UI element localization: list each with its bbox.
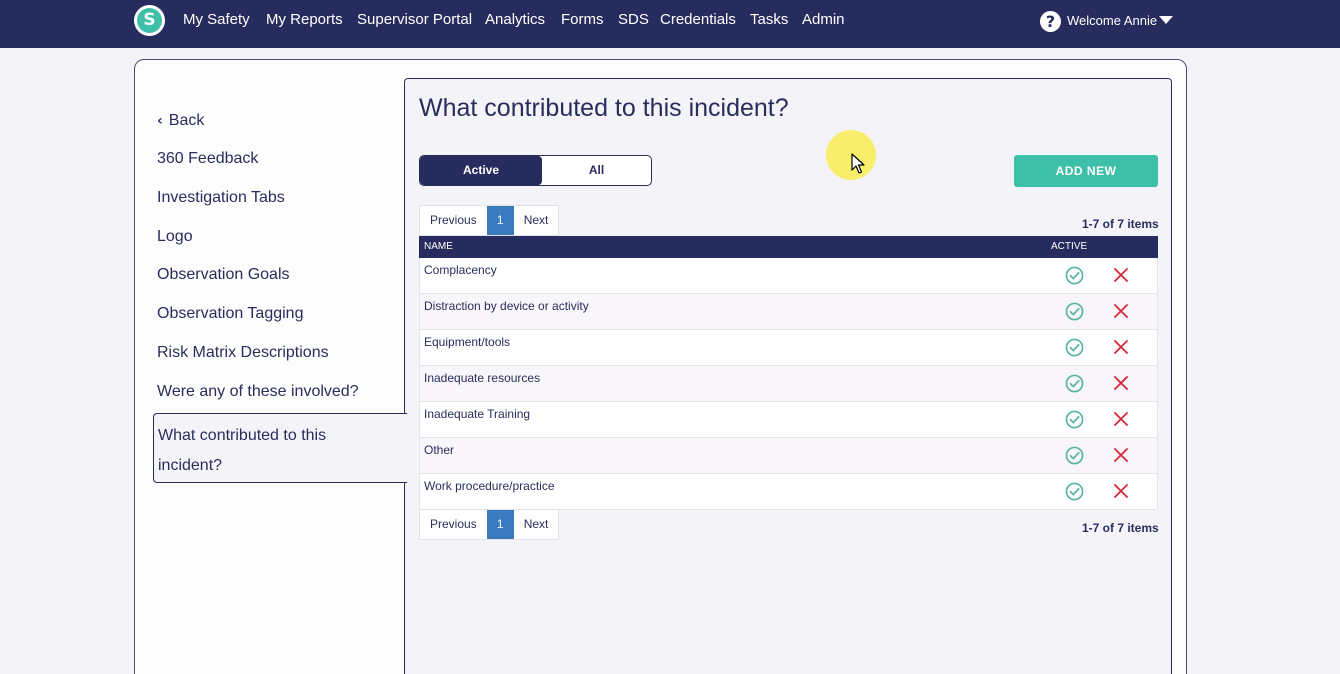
- pager-bottom: Previous 1 Next: [419, 509, 560, 540]
- welcome-user[interactable]: Welcome Annie: [1067, 13, 1157, 28]
- row-name: Other: [424, 443, 455, 457]
- close-icon[interactable]: [1113, 447, 1129, 463]
- table-row: Complacency: [419, 258, 1158, 294]
- back-label: Back: [168, 112, 205, 129]
- logo-letter: S: [137, 8, 162, 33]
- close-icon[interactable]: [1113, 483, 1129, 499]
- top-navbar: S My Safety My Reports Supervisor Portal…: [0, 0, 1340, 48]
- items-table: NAME ACTIVE Complacency Distraction by de…: [419, 236, 1158, 510]
- check-circle-icon[interactable]: [1065, 410, 1084, 429]
- table-row: Work procedure/practice: [419, 474, 1158, 510]
- sidebar-item-were-involved[interactable]: Were any of these involved?: [157, 383, 359, 401]
- add-new-button[interactable]: ADD NEW: [1014, 155, 1158, 187]
- table-row: Inadequate Training: [419, 402, 1158, 438]
- sidebar-item-observation-goals[interactable]: Observation Goals: [157, 266, 290, 284]
- pager-page[interactable]: 1: [486, 510, 514, 539]
- nav-forms[interactable]: Forms: [561, 11, 604, 28]
- row-name: Inadequate Training: [424, 407, 531, 421]
- close-icon[interactable]: [1113, 303, 1129, 319]
- table-row: Equipment/tools: [419, 330, 1158, 366]
- row-name: Complacency: [424, 263, 497, 277]
- chevron-left-icon: ‹: [157, 113, 163, 129]
- nav-admin[interactable]: Admin: [802, 11, 845, 28]
- pager-previous[interactable]: Previous: [420, 206, 487, 235]
- sidebar-item-label: What contributed to this incident?: [158, 427, 327, 474]
- table-row: Distraction by device or activity: [419, 294, 1158, 330]
- column-header-active[interactable]: ACTIVE: [1051, 241, 1087, 252]
- sidebar-item-360-feedback[interactable]: 360 Feedback: [157, 150, 258, 168]
- sidebar-item-risk-matrix[interactable]: Risk Matrix Descriptions: [157, 344, 329, 362]
- caret-down-icon[interactable]: [1159, 16, 1173, 24]
- check-circle-icon[interactable]: [1065, 266, 1084, 285]
- nav-sds[interactable]: SDS: [618, 11, 649, 28]
- row-name: Work procedure/practice: [424, 479, 555, 493]
- toggle-active-button[interactable]: Active: [420, 156, 542, 185]
- nav-supervisor-portal[interactable]: Supervisor Portal: [357, 11, 472, 28]
- check-circle-icon[interactable]: [1065, 302, 1084, 321]
- sidebar-item-investigation-tabs[interactable]: Investigation Tabs: [157, 189, 285, 207]
- check-circle-icon[interactable]: [1065, 446, 1084, 465]
- check-circle-icon[interactable]: [1065, 374, 1084, 393]
- close-icon[interactable]: [1113, 411, 1129, 427]
- nav-credentials[interactable]: Credentials: [660, 11, 736, 28]
- toggle-all-button[interactable]: All: [542, 156, 651, 185]
- check-circle-icon[interactable]: [1065, 338, 1084, 357]
- pager-previous[interactable]: Previous: [420, 510, 487, 539]
- active-filter-toggle: Active All: [419, 155, 652, 186]
- nav-analytics[interactable]: Analytics: [485, 11, 545, 28]
- item-count-top: 1-7 of 7 items: [1082, 217, 1159, 231]
- nav-my-reports[interactable]: My Reports: [266, 11, 343, 28]
- help-icon[interactable]: ?: [1040, 11, 1061, 32]
- nav-my-safety[interactable]: My Safety: [183, 11, 250, 28]
- pager-next[interactable]: Next: [514, 510, 559, 539]
- item-count-bottom: 1-7 of 7 items: [1082, 521, 1159, 535]
- sidebar-item-logo[interactable]: Logo: [157, 228, 193, 246]
- close-icon[interactable]: [1113, 375, 1129, 391]
- check-circle-icon[interactable]: [1065, 482, 1084, 501]
- app-logo[interactable]: S: [134, 5, 165, 36]
- column-header-name[interactable]: NAME: [424, 241, 453, 252]
- row-name: Inadequate resources: [424, 371, 541, 385]
- pager-page[interactable]: 1: [486, 206, 514, 235]
- close-icon[interactable]: [1113, 267, 1129, 283]
- row-name: Equipment/tools: [424, 335, 511, 349]
- sidebar-item-what-contributed[interactable]: What contributed to this incident?: [153, 413, 407, 483]
- page-title: What contributed to this incident?: [419, 94, 789, 122]
- pager-top: Previous 1 Next: [419, 205, 560, 236]
- sidebar-item-observation-tagging[interactable]: Observation Tagging: [157, 305, 303, 323]
- table-row: Inadequate resources: [419, 366, 1158, 402]
- row-name: Distraction by device or activity: [424, 299, 589, 313]
- nav-tasks[interactable]: Tasks: [750, 11, 788, 28]
- cursor-arrow-icon: [851, 153, 865, 174]
- close-icon[interactable]: [1113, 339, 1129, 355]
- table-header: NAME ACTIVE: [419, 236, 1158, 258]
- pager-next[interactable]: Next: [514, 206, 559, 235]
- back-link[interactable]: ‹ Back: [157, 112, 204, 130]
- table-row: Other: [419, 438, 1158, 474]
